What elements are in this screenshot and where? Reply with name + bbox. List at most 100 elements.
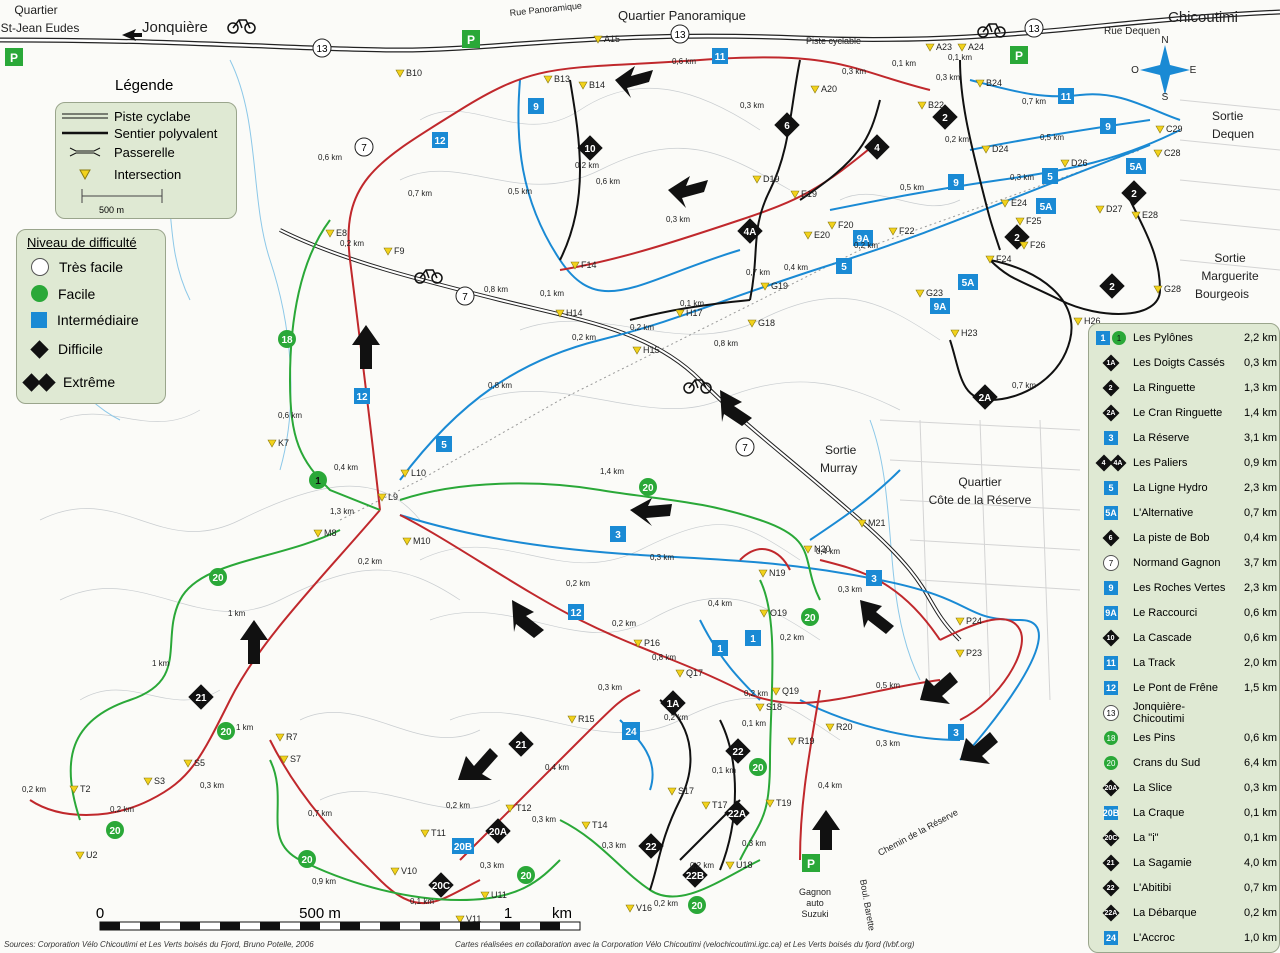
svg-text:9: 9	[533, 102, 539, 113]
trail-row[interactable]: 22 L'Abitibi 0,7 km	[1089, 876, 1279, 900]
trail-row[interactable]: 20C La "i" 0,1 km	[1089, 826, 1279, 850]
trail-row[interactable]: 21 La Sagamie 4,0 km	[1089, 851, 1279, 875]
trail-row[interactable]: 20 Crans du Sud 6,4 km	[1089, 751, 1279, 775]
trail-row[interactable]: 7 Normand Gagnon 3,7 km	[1089, 551, 1279, 575]
trail-row[interactable]: 12 Le Pont de Frêne 1,5 km	[1089, 676, 1279, 700]
trail-length: 0,1 km	[1243, 807, 1277, 819]
svg-text:2: 2	[942, 113, 948, 124]
intersection-triangle-icon	[955, 649, 965, 658]
trail-name: La Track	[1133, 657, 1176, 669]
trail-row[interactable]: 24 L'Accroc 1,0 km	[1089, 926, 1279, 950]
trail-row[interactable]: 6 La piste de Bob 0,4 km	[1089, 526, 1279, 550]
intersection-e20: E20	[803, 230, 830, 240]
svg-text:2: 2	[1109, 282, 1115, 293]
trail-row[interactable]: 1A Les Doigts Cassés 0,3 km	[1089, 351, 1279, 375]
trail-row[interactable]: 13 Jonquière-Chicoutimi	[1089, 701, 1279, 725]
svg-text:P: P	[807, 857, 815, 871]
distance-label: 0,7 km	[1012, 381, 1036, 390]
intersection-code: R20	[836, 722, 853, 732]
road-shields: 13 13 13 7 7 7	[312, 18, 1044, 457]
trail-badges: 7	[1089, 555, 1133, 571]
svg-text:18: 18	[281, 335, 293, 346]
intersection-triangle-icon	[567, 715, 577, 724]
svg-text:E: E	[1190, 65, 1197, 76]
svg-text:20: 20	[642, 483, 654, 494]
trail-row[interactable]: 2A Le Cran Ringuette 1,4 km	[1089, 401, 1279, 425]
intersection-code: U18	[736, 860, 753, 870]
black-diamond-icon: 20C	[1102, 829, 1120, 847]
distance-label: 0,4 km	[708, 599, 732, 608]
green-circle-icon: 1	[1112, 331, 1126, 345]
intersection-triangle-icon	[1073, 317, 1083, 326]
distance-label: 0,1 km	[410, 897, 434, 906]
trail-row[interactable]: 11 La Track 2,0 km	[1089, 651, 1279, 675]
intersection-code: P24	[966, 616, 982, 626]
intersection-code: E24	[1011, 198, 1027, 208]
trail-row[interactable]: 22A La Débarque 0,2 km	[1089, 901, 1279, 925]
intersection-h14: H14	[555, 308, 583, 318]
trail-row[interactable]: 4 4A Les Paliers 0,9 km	[1089, 451, 1279, 475]
distance-label: 0,3 km	[666, 215, 690, 224]
svg-text:500 m: 500 m	[299, 905, 341, 922]
svg-text:3: 3	[871, 574, 877, 585]
intersection-c29: C29	[1155, 124, 1183, 134]
trail-row[interactable]: 5 La Ligne Hydro 2,3 km	[1089, 476, 1279, 500]
trail-length: 2,0 km	[1243, 657, 1277, 669]
trail-row[interactable]: 9 Les Roches Vertes 2,3 km	[1089, 576, 1279, 600]
trail-row[interactable]: 1 1 Les Pylônes 2,2 km	[1089, 326, 1279, 350]
trail-length: 2,2 km	[1243, 332, 1277, 344]
blue-square-icon: 12	[1104, 681, 1118, 695]
difficulty-very-easy: Très facile	[31, 258, 123, 276]
trail-name: Le Cran Ringuette	[1133, 407, 1223, 419]
distance-label: 0,1 km	[540, 289, 564, 298]
difficulty-label: Extrême	[63, 374, 116, 390]
svg-text:Jonquière: Jonquière	[142, 19, 208, 36]
intersection-triangle-icon	[275, 733, 285, 742]
trail-row[interactable]: 9A Le Raccourci 0,6 km	[1089, 601, 1279, 625]
intersection-code: P16	[644, 638, 660, 648]
scale-cell	[380, 922, 400, 930]
black-diamond-icon: 21	[1102, 854, 1120, 872]
svg-text:12: 12	[570, 608, 582, 619]
intersection-v10: V10	[390, 866, 417, 876]
intersection-triangle-icon	[325, 229, 335, 238]
difficulty-label: Intermédiaire	[57, 312, 139, 328]
legend-intersection: Intersection	[62, 165, 181, 183]
distance-label: 0,3 km	[598, 683, 622, 692]
distance-label: 0,1 km	[892, 59, 916, 68]
trail-length: 0,6 km	[1243, 632, 1277, 644]
distance-label: 0,2 km	[340, 239, 364, 248]
svg-text:Sortie: Sortie	[1212, 109, 1244, 123]
intersection-code: F22	[899, 226, 915, 236]
intersection-g23: G23	[915, 288, 943, 298]
trail-row[interactable]: 18 Les Pins 0,6 km	[1089, 726, 1279, 750]
intersection-code: S5	[194, 758, 205, 768]
intersection-code: D27	[1106, 204, 1123, 214]
svg-text:Rue Panoramique: Rue Panoramique	[509, 0, 582, 18]
trail-row[interactable]: 3 La Réserve 3,1 km	[1089, 426, 1279, 450]
trail-row[interactable]: 10 La Cascade 0,6 km	[1089, 626, 1279, 650]
distance-label: 0,2 km	[854, 241, 878, 250]
trail-length: 0,3 km	[1243, 357, 1277, 369]
svg-text:auto: auto	[806, 898, 824, 908]
trail-row[interactable]: 2 La Ringuette 1,3 km	[1089, 376, 1279, 400]
difficulty-extreme: Extrême	[22, 372, 116, 392]
intersection-triangle-icon	[701, 801, 711, 810]
trail-row[interactable]: 5A L'Alternative 0,7 km	[1089, 501, 1279, 525]
svg-text:7: 7	[742, 443, 748, 454]
trail-length: 0,4 km	[1243, 532, 1277, 544]
trail-name: La Réserve	[1133, 432, 1190, 444]
trail-length: 1,0 km	[1243, 932, 1277, 944]
trail-row[interactable]: 20A La Slice 0,3 km	[1089, 776, 1279, 800]
black-diamond-icon: 22	[1102, 879, 1120, 897]
trail-row[interactable]: 20B La Craque 0,1 km	[1089, 801, 1279, 825]
intersection-u2: U2	[75, 850, 98, 860]
svg-text:22: 22	[732, 747, 744, 758]
trail-name: La Craque	[1133, 807, 1185, 819]
bike-icons	[227, 19, 1006, 394]
distance-label: 0,6 km	[318, 153, 342, 162]
intersection-triangle-icon	[888, 227, 898, 236]
trail-length: 2,3 km	[1243, 482, 1277, 494]
svg-text:Boul. Barette: Boul. Barette	[858, 879, 877, 932]
svg-text:11: 11	[1061, 92, 1072, 103]
